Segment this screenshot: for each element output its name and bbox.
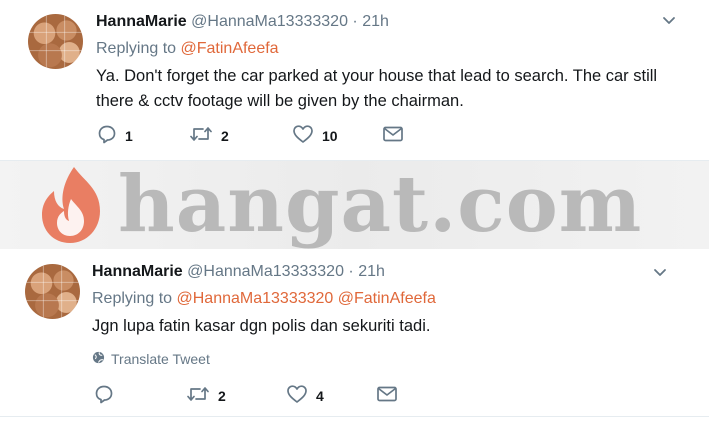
separator-dot: · bbox=[348, 263, 354, 280]
display-name[interactable]: HannaMarie bbox=[96, 13, 187, 30]
replying-to-label: Replying to bbox=[92, 290, 173, 307]
retweet-button[interactable]: 2 bbox=[186, 384, 286, 407]
reply-count: 1 bbox=[125, 127, 133, 144]
display-name[interactable]: HannaMarie bbox=[92, 263, 183, 280]
envelope-icon bbox=[382, 125, 404, 146]
retweet-button[interactable]: 2 bbox=[189, 124, 292, 147]
tweet-header: HannaMarie @HannaMa13333320 · 21h bbox=[96, 13, 389, 31]
like-button[interactable]: 10 bbox=[292, 124, 382, 147]
replying-to-label: Replying to bbox=[96, 40, 177, 57]
divider bbox=[0, 416, 709, 417]
direct-message-button[interactable] bbox=[382, 125, 404, 146]
like-count: 10 bbox=[322, 127, 338, 144]
mention-link[interactable]: @FatinAfeefa bbox=[181, 40, 279, 57]
mention-link[interactable]: @FatinAfeefa bbox=[338, 290, 436, 307]
mention-link[interactable]: @HannaMa13333320 bbox=[177, 290, 334, 307]
separator-dot: · bbox=[352, 13, 358, 30]
reply-icon bbox=[94, 384, 114, 407]
retweet-icon bbox=[189, 124, 213, 147]
like-button[interactable]: 4 bbox=[286, 384, 376, 407]
retweet-count: 2 bbox=[221, 127, 229, 144]
user-handle[interactable]: @HannaMa13333320 bbox=[191, 13, 348, 30]
retweet-icon bbox=[186, 384, 210, 407]
heart-icon bbox=[286, 384, 308, 407]
timestamp[interactable]: 21h bbox=[358, 263, 385, 280]
tweet[interactable]: HannaMarie @HannaMa13333320 · 21h Replyi… bbox=[0, 0, 709, 160]
globe-icon bbox=[92, 351, 105, 367]
avatar[interactable] bbox=[25, 264, 80, 319]
reply-button[interactable] bbox=[94, 384, 186, 407]
envelope-icon bbox=[376, 385, 398, 406]
replying-to: Replying to @HannaMa13333320 @FatinAfeef… bbox=[92, 290, 436, 308]
user-handle[interactable]: @HannaMa13333320 bbox=[187, 263, 344, 280]
tweet-actions: 1 2 10 bbox=[97, 124, 404, 147]
reply-icon bbox=[97, 124, 117, 147]
translate-tweet-link[interactable]: Translate Tweet bbox=[92, 351, 210, 367]
translate-tweet-label: Translate Tweet bbox=[111, 351, 210, 367]
watermark-text: hangat.com bbox=[118, 161, 643, 249]
direct-message-button[interactable] bbox=[376, 385, 398, 406]
avatar[interactable] bbox=[28, 14, 83, 69]
like-count: 4 bbox=[316, 387, 324, 404]
chevron-down-icon[interactable] bbox=[652, 264, 668, 285]
reply-button[interactable]: 1 bbox=[97, 124, 189, 147]
heart-icon bbox=[292, 124, 314, 147]
tweet-header: HannaMarie @HannaMa13333320 · 21h bbox=[92, 263, 385, 281]
tweet-text: Ya. Don't forget the car parked at your … bbox=[96, 67, 658, 110]
replying-to: Replying to @FatinAfeefa bbox=[96, 40, 279, 58]
timestamp[interactable]: 21h bbox=[362, 13, 389, 30]
retweet-count: 2 bbox=[218, 387, 226, 404]
flame-logo-icon bbox=[30, 163, 114, 249]
tweet-actions: 2 4 bbox=[94, 384, 398, 407]
chevron-down-icon[interactable] bbox=[661, 12, 677, 33]
watermark-banner: hangat.com bbox=[0, 161, 709, 249]
tweet-text: Jgn lupa fatin kasar dgn polis dan sekur… bbox=[92, 317, 431, 335]
